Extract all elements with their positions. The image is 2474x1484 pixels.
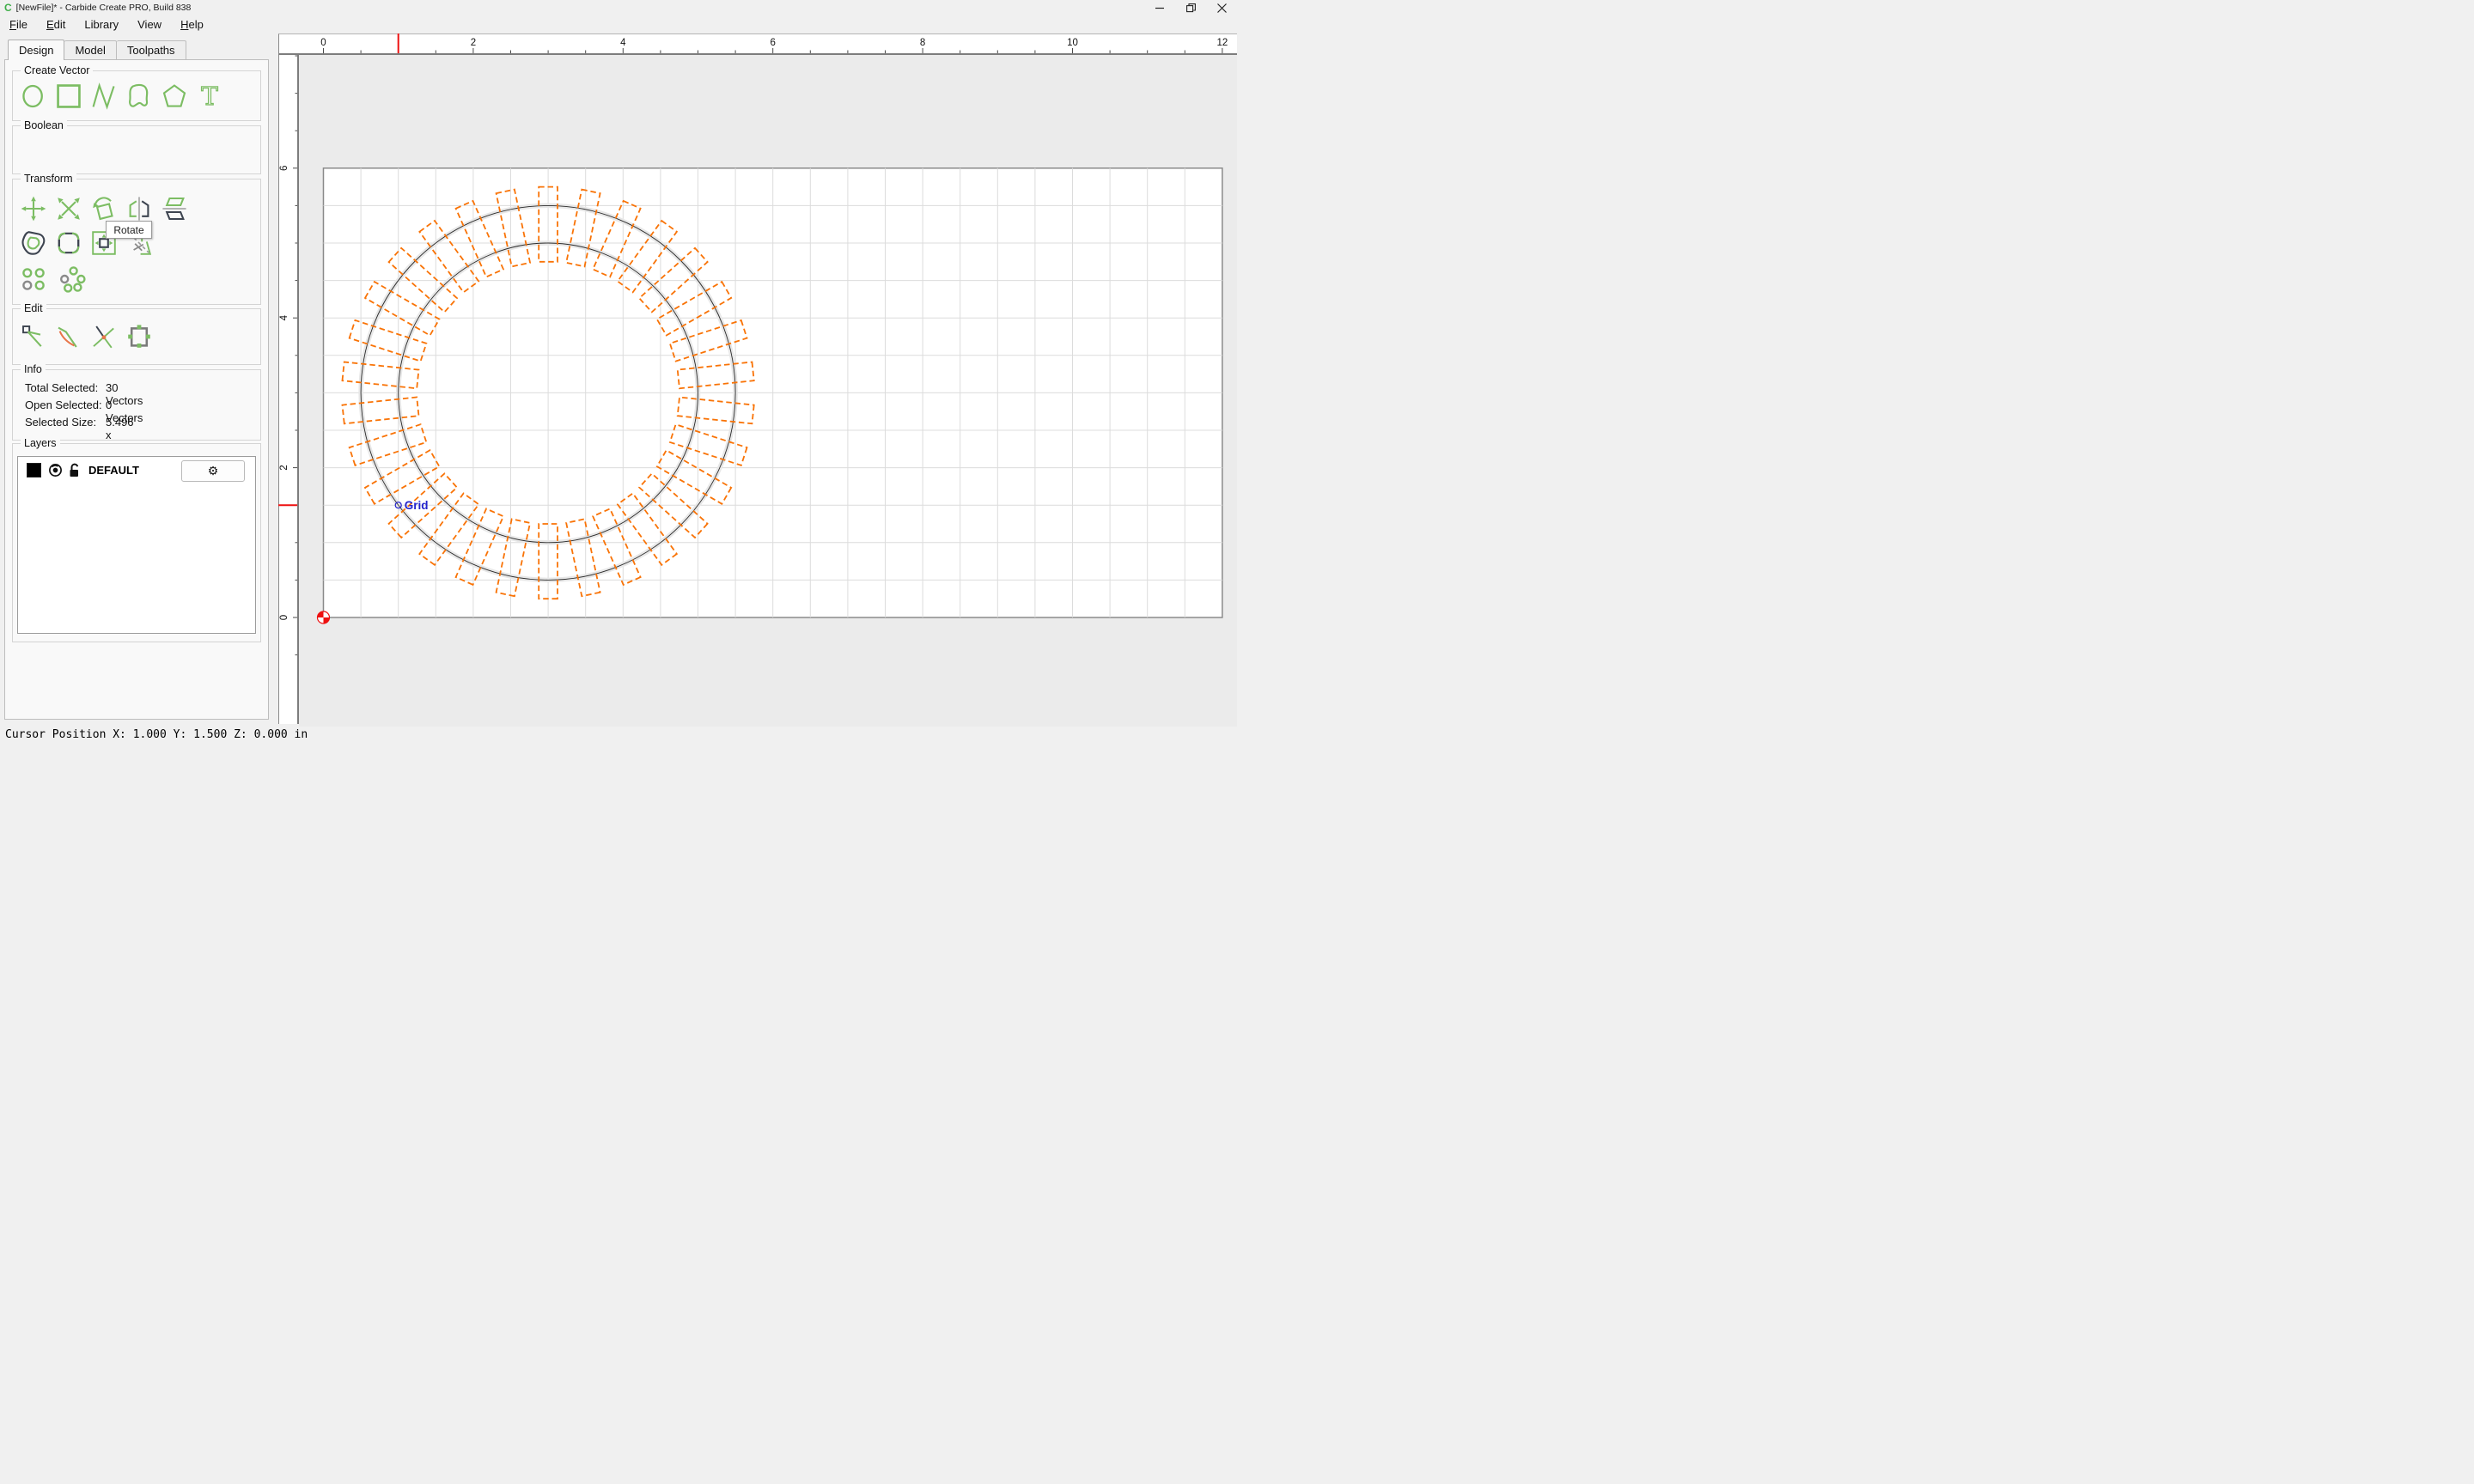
boolean-group: Boolean	[12, 119, 261, 174]
offset-vectors-icon[interactable]	[20, 229, 47, 257]
info-selected-size: Selected Size: 5.496 x 5.500	[25, 416, 134, 454]
group-title: Create Vector	[21, 64, 94, 76]
window-controls	[1144, 0, 1237, 15]
svg-text:12: 12	[1217, 38, 1228, 48]
ruler-corner	[278, 33, 299, 55]
create-text-icon[interactable]: T	[196, 82, 223, 110]
tab-model[interactable]: Model	[64, 40, 117, 60]
group-title: Layers	[21, 437, 60, 449]
create-curve-icon[interactable]	[125, 82, 153, 110]
svg-text:8: 8	[920, 38, 925, 48]
layer-name: DEFAULT	[88, 463, 139, 477]
scale-icon[interactable]	[55, 195, 82, 222]
title-bar: C [NewFile]* - Carbide Create PRO, Build…	[0, 0, 1237, 15]
horizontal-ruler[interactable]: 0 2 4 6 8 10 12	[299, 33, 1237, 55]
group-title: Info	[21, 363, 46, 375]
menu-edit[interactable]: Edit	[37, 15, 75, 33]
layer-row[interactable]: DEFAULT ⚙	[18, 457, 255, 483]
menu-help[interactable]: Help	[171, 15, 213, 33]
rotate-tooltip: Rotate	[106, 221, 152, 239]
info-open-selected: Open Selected: 0 Vectors	[25, 398, 143, 424]
layer-color-swatch[interactable]	[27, 462, 41, 477]
menu-library[interactable]: Library	[75, 15, 128, 33]
edit-group: Edit	[12, 302, 261, 365]
menu-bar: File Edit Library View Help	[0, 15, 1237, 33]
svg-text:4: 4	[620, 38, 626, 48]
snap-indicator-label: Grid	[405, 499, 429, 512]
rotate-icon[interactable]	[90, 195, 118, 222]
linear-array-icon[interactable]	[20, 265, 47, 293]
vertical-ruler[interactable]: 6 4 2 0	[278, 55, 299, 724]
svg-text:6: 6	[279, 166, 289, 171]
svg-text:4: 4	[279, 314, 289, 320]
sidebar-tabs: Design Model Toolpaths	[8, 40, 186, 60]
layer-list: DEFAULT ⚙	[17, 456, 256, 634]
info-total-selected: Total Selected: 30 Vectors	[25, 381, 143, 407]
design-panel: Create Vector T Boolean Transform Rotate…	[4, 59, 269, 720]
transform-group: Transform	[12, 173, 261, 305]
break-vector-icon[interactable]	[90, 323, 118, 350]
svg-text:6: 6	[770, 38, 775, 48]
svg-text:0: 0	[279, 615, 289, 620]
fillet-corners-icon[interactable]	[55, 229, 82, 257]
restore-button[interactable]	[1175, 0, 1206, 15]
svg-text:T: T	[201, 82, 218, 110]
svg-text:0: 0	[320, 38, 326, 48]
circular-array-icon[interactable]	[58, 265, 86, 293]
design-canvas[interactable]: Grid	[299, 55, 1237, 727]
svg-text:2: 2	[471, 38, 476, 48]
group-title: Boolean	[21, 119, 67, 131]
tab-toolpaths[interactable]: Toolpaths	[116, 40, 186, 60]
create-polygon-icon[interactable]	[161, 82, 188, 110]
flip-icon[interactable]	[161, 195, 188, 222]
menu-view[interactable]: View	[128, 15, 171, 33]
layer-settings-button[interactable]: ⚙	[181, 460, 245, 482]
layer-visibility-icon[interactable]	[48, 463, 63, 477]
move-icon[interactable]	[20, 195, 47, 222]
create-vector-group: Create Vector T	[12, 64, 261, 121]
status-bar: Cursor Position X: 1.000 Y: 1.500 Z: 0.0…	[0, 727, 1237, 742]
mirror-icon[interactable]	[125, 195, 153, 222]
svg-text:2: 2	[279, 465, 289, 470]
create-circle-icon[interactable]	[20, 82, 47, 110]
layers-group: Layers DEFAULT ⚙	[12, 437, 261, 642]
curve-fit-icon[interactable]	[55, 323, 82, 350]
create-polyline-icon[interactable]	[90, 82, 118, 110]
layer-unlock-icon[interactable]	[69, 463, 82, 477]
scale-handles-icon[interactable]	[125, 323, 153, 350]
window-title: [NewFile]* - Carbide Create PRO, Build 8…	[15, 3, 192, 13]
group-title: Transform	[21, 173, 76, 185]
svg-text:10: 10	[1067, 38, 1078, 48]
menu-file[interactable]: File	[0, 15, 37, 33]
tab-design[interactable]: Design	[8, 40, 65, 60]
close-icon[interactable]	[1206, 0, 1237, 15]
origin-marker	[316, 611, 331, 624]
group-title: Edit	[21, 302, 46, 314]
info-group: Info Total Selected: 30 Vectors Open Sel…	[12, 363, 261, 454]
minimize-button[interactable]	[1144, 0, 1175, 15]
node-edit-icon[interactable]	[20, 323, 47, 350]
app-logo-icon: C	[4, 2, 12, 14]
application-window: C [NewFile]* - Carbide Create PRO, Build…	[0, 0, 1237, 742]
gear-icon: ⚙	[207, 464, 219, 477]
cursor-position-readout: Cursor Position X: 1.000 Y: 1.500 Z: 0.0…	[5, 727, 308, 741]
create-rectangle-icon[interactable]	[55, 82, 82, 110]
